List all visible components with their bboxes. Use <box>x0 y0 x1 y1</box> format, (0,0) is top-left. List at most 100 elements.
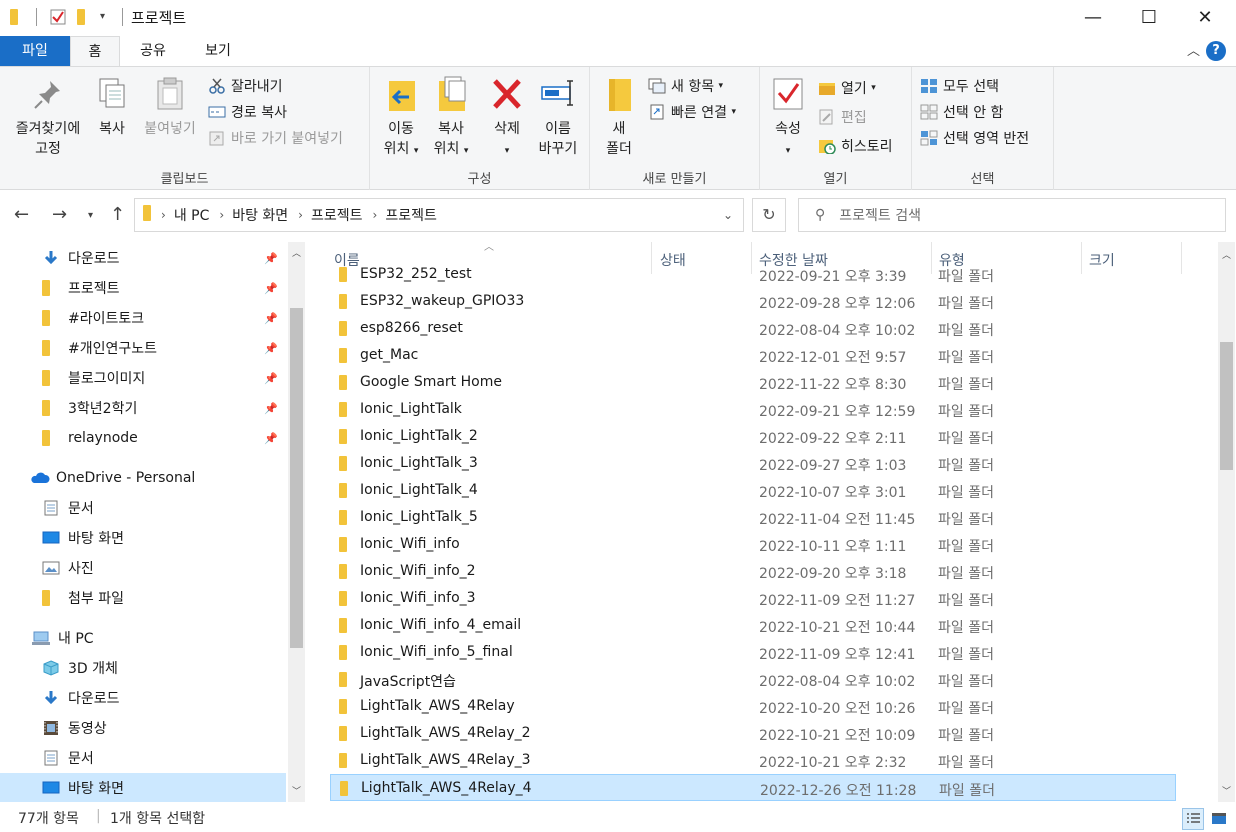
forward-arrow-icon[interactable]: → <box>52 204 67 225</box>
copy-path-button[interactable]: 경로 복사 <box>208 102 287 122</box>
file-list-scrollbar-thumb[interactable] <box>1220 342 1233 470</box>
recent-locations-chevron-icon[interactable]: ▾ <box>88 210 93 221</box>
file-row[interactable]: Google Smart Home 2022-11-22 오후 8:30 파일 … <box>330 369 1176 396</box>
copy-button[interactable]: 복사 <box>92 73 132 139</box>
address-history-chevron-icon[interactable]: ⌄ <box>723 208 733 222</box>
file-row[interactable]: LightTalk_AWS_4Relay_3 2022-10-21 오후 2:3… <box>330 747 1176 774</box>
new-folder-quick-icon[interactable] <box>77 9 85 29</box>
pin-icon[interactable]: 📌 <box>264 372 278 385</box>
file-row[interactable]: ESP32_252_test 2022-09-21 오후 3:39 파일 폴더 <box>330 261 1176 288</box>
properties-button[interactable]: 속성 ▾ <box>766 73 810 161</box>
maximize-button[interactable]: ☐ <box>1126 0 1172 34</box>
tab-file[interactable]: 파일 <box>0 36 70 66</box>
tab-share[interactable]: 공유 <box>126 36 180 66</box>
open-button[interactable]: 열기 ▾ <box>818 78 876 98</box>
breadcrumb-project-current[interactable]: 프로젝트 <box>385 205 437 225</box>
breadcrumb-desktop[interactable]: 바탕 화면 <box>232 205 288 225</box>
file-row[interactable]: Ionic_Wifi_info_5_final 2022-11-09 오후 12… <box>330 639 1176 666</box>
pin-icon[interactable]: 📌 <box>264 312 278 325</box>
nav-item-onedrive-documents[interactable]: 문서 <box>0 493 286 523</box>
select-none-button[interactable]: 선택 안 함 <box>920 102 1003 122</box>
file-row[interactable]: Ionic_LightTalk 2022-09-21 오후 12:59 파일 폴… <box>330 396 1176 423</box>
close-button[interactable]: ✕ <box>1182 0 1228 34</box>
pin-icon[interactable]: 📌 <box>264 432 278 445</box>
file-row[interactable]: esp8266_reset 2022-08-04 오후 10:02 파일 폴더 <box>330 315 1176 342</box>
move-to-button[interactable]: 이동 위치 ▾ <box>378 73 424 161</box>
file-row-selected[interactable]: LightTalk_AWS_4Relay_4 2022-12-26 오전 11:… <box>330 774 1176 801</box>
address-bar[interactable]: › 내 PC › 바탕 화면 › 프로젝트 › 프로젝트 ⌄ <box>134 198 744 232</box>
nav-scrollbar-thumb[interactable] <box>290 308 303 648</box>
delete-button[interactable]: 삭제 ▾ <box>484 73 530 161</box>
properties-quick-icon[interactable] <box>49 8 67 30</box>
paste-button[interactable]: 붙여넣기 <box>138 73 202 139</box>
breadcrumb-separator-icon[interactable]: › <box>219 208 224 222</box>
easy-access-button[interactable]: 빠른 연결 ▾ <box>648 102 736 122</box>
back-arrow-icon[interactable]: ← <box>14 204 29 225</box>
file-row[interactable]: Ionic_Wifi_info_3 2022-11-09 오전 11:27 파일… <box>330 585 1176 612</box>
file-row[interactable]: LightTalk_AWS_4Relay_2 2022-10-21 오전 10:… <box>330 720 1176 747</box>
large-icons-view-button[interactable] <box>1208 808 1230 830</box>
file-row[interactable]: Ionic_LightTalk_3 2022-09-27 오후 1:03 파일 … <box>330 450 1176 477</box>
nav-item-videos[interactable]: 동영상 <box>0 713 286 743</box>
invert-selection-button[interactable]: 선택 영역 반전 <box>920 128 1029 148</box>
file-row[interactable]: Ionic_Wifi_info_4_email 2022-10-21 오전 10… <box>330 612 1176 639</box>
pin-icon[interactable]: 📌 <box>264 402 278 415</box>
nav-item-research-notes[interactable]: #개인연구노트 📌 <box>0 333 286 363</box>
refresh-icon[interactable]: ↻ <box>752 198 786 232</box>
customize-quick-access-icon[interactable]: ▾ <box>100 11 105 22</box>
new-item-button[interactable]: 새 항목 ▾ <box>648 76 723 96</box>
nav-item-downloads-quick[interactable]: 다운로드 📌 <box>0 243 286 273</box>
scroll-up-icon[interactable]: ︿ <box>288 246 305 259</box>
tab-view[interactable]: 보기 <box>190 36 246 66</box>
help-icon[interactable]: ? <box>1206 41 1226 61</box>
scroll-up-icon[interactable]: ︿ <box>1218 248 1235 261</box>
collapse-ribbon-icon[interactable]: ︿ <box>1187 40 1200 59</box>
history-button[interactable]: 히스토리 <box>818 136 893 156</box>
file-row[interactable]: ESP32_wakeup_GPIO33 2022-09-28 오후 12:06 … <box>330 288 1176 315</box>
paste-shortcut-button[interactable]: 바로 가기 붙여넣기 <box>208 128 343 148</box>
pin-icon[interactable]: 📌 <box>264 282 278 295</box>
breadcrumb-this-pc[interactable]: 내 PC <box>174 205 210 225</box>
file-row[interactable]: Ionic_LightTalk_5 2022-11-04 오전 11:45 파일… <box>330 504 1176 531</box>
minimize-button[interactable]: — <box>1070 0 1116 34</box>
nav-item-semester[interactable]: 3학년2학기 📌 <box>0 393 286 423</box>
nav-item-lighttalk[interactable]: #라이트토크 📌 <box>0 303 286 333</box>
file-list-scrollbar[interactable]: ︿ ﹀ <box>1218 242 1235 802</box>
scroll-down-icon[interactable]: ﹀ <box>1218 784 1235 797</box>
file-row[interactable]: get_Mac 2022-12-01 오전 9:57 파일 폴더 <box>330 342 1176 369</box>
tab-home[interactable]: 홈 <box>70 36 120 68</box>
nav-item-project[interactable]: 프로젝트 📌 <box>0 273 286 303</box>
nav-item-desktop[interactable]: 바탕 화면 <box>0 773 286 802</box>
file-row[interactable]: Ionic_Wifi_info 2022-10-11 오후 1:11 파일 폴더 <box>330 531 1176 558</box>
nav-item-onedrive[interactable]: OneDrive - Personal <box>0 463 286 493</box>
nav-scrollbar[interactable]: ︿ ﹀ <box>288 242 305 802</box>
rename-button[interactable]: 이름 바꾸기 <box>534 73 582 159</box>
file-row[interactable]: JavaScript연습 2022-08-04 오후 10:02 파일 폴더 <box>330 666 1176 693</box>
nav-item-downloads[interactable]: 다운로드 <box>0 683 286 713</box>
nav-item-relaynode[interactable]: relaynode 📌 <box>0 423 286 453</box>
breadcrumb-separator-icon[interactable]: › <box>298 208 303 222</box>
pin-icon[interactable]: 📌 <box>264 252 278 265</box>
file-row[interactable]: Ionic_LightTalk_4 2022-10-07 오후 3:01 파일 … <box>330 477 1176 504</box>
nav-item-documents[interactable]: 문서 <box>0 743 286 773</box>
nav-item-blog-images[interactable]: 블로그이미지 📌 <box>0 363 286 393</box>
breadcrumb-project-parent[interactable]: 프로젝트 <box>311 205 363 225</box>
nav-item-3d-objects[interactable]: 3D 개체 <box>0 653 286 683</box>
pin-icon[interactable]: 📌 <box>264 342 278 355</box>
nav-item-onedrive-pictures[interactable]: 사진 <box>0 553 286 583</box>
copy-to-button[interactable]: 복사 위치 ▾ <box>428 73 474 161</box>
file-row[interactable]: LightTalk_AWS_4Relay 2022-10-20 오전 10:26… <box>330 693 1176 720</box>
details-view-button[interactable] <box>1182 808 1204 830</box>
scroll-down-icon[interactable]: ﹀ <box>288 784 305 797</box>
edit-button[interactable]: 편집 <box>818 107 867 127</box>
nav-item-onedrive-attachments[interactable]: 첨부 파일 <box>0 583 286 613</box>
search-input[interactable]: ⚲ 프로젝트 검색 <box>798 198 1226 232</box>
file-row[interactable]: Ionic_LightTalk_2 2022-09-22 오후 2:11 파일 … <box>330 423 1176 450</box>
breadcrumb-separator-icon[interactable]: › <box>161 208 166 222</box>
nav-item-onedrive-desktop[interactable]: 바탕 화면 <box>0 523 286 553</box>
column-divider[interactable] <box>1181 242 1182 274</box>
select-all-button[interactable]: 모두 선택 <box>920 76 999 96</box>
file-row[interactable]: Ionic_Wifi_info_2 2022-09-20 오후 3:18 파일 … <box>330 558 1176 585</box>
breadcrumb-separator-icon[interactable]: › <box>373 208 378 222</box>
new-folder-button[interactable]: 새 폴더 <box>598 73 640 159</box>
